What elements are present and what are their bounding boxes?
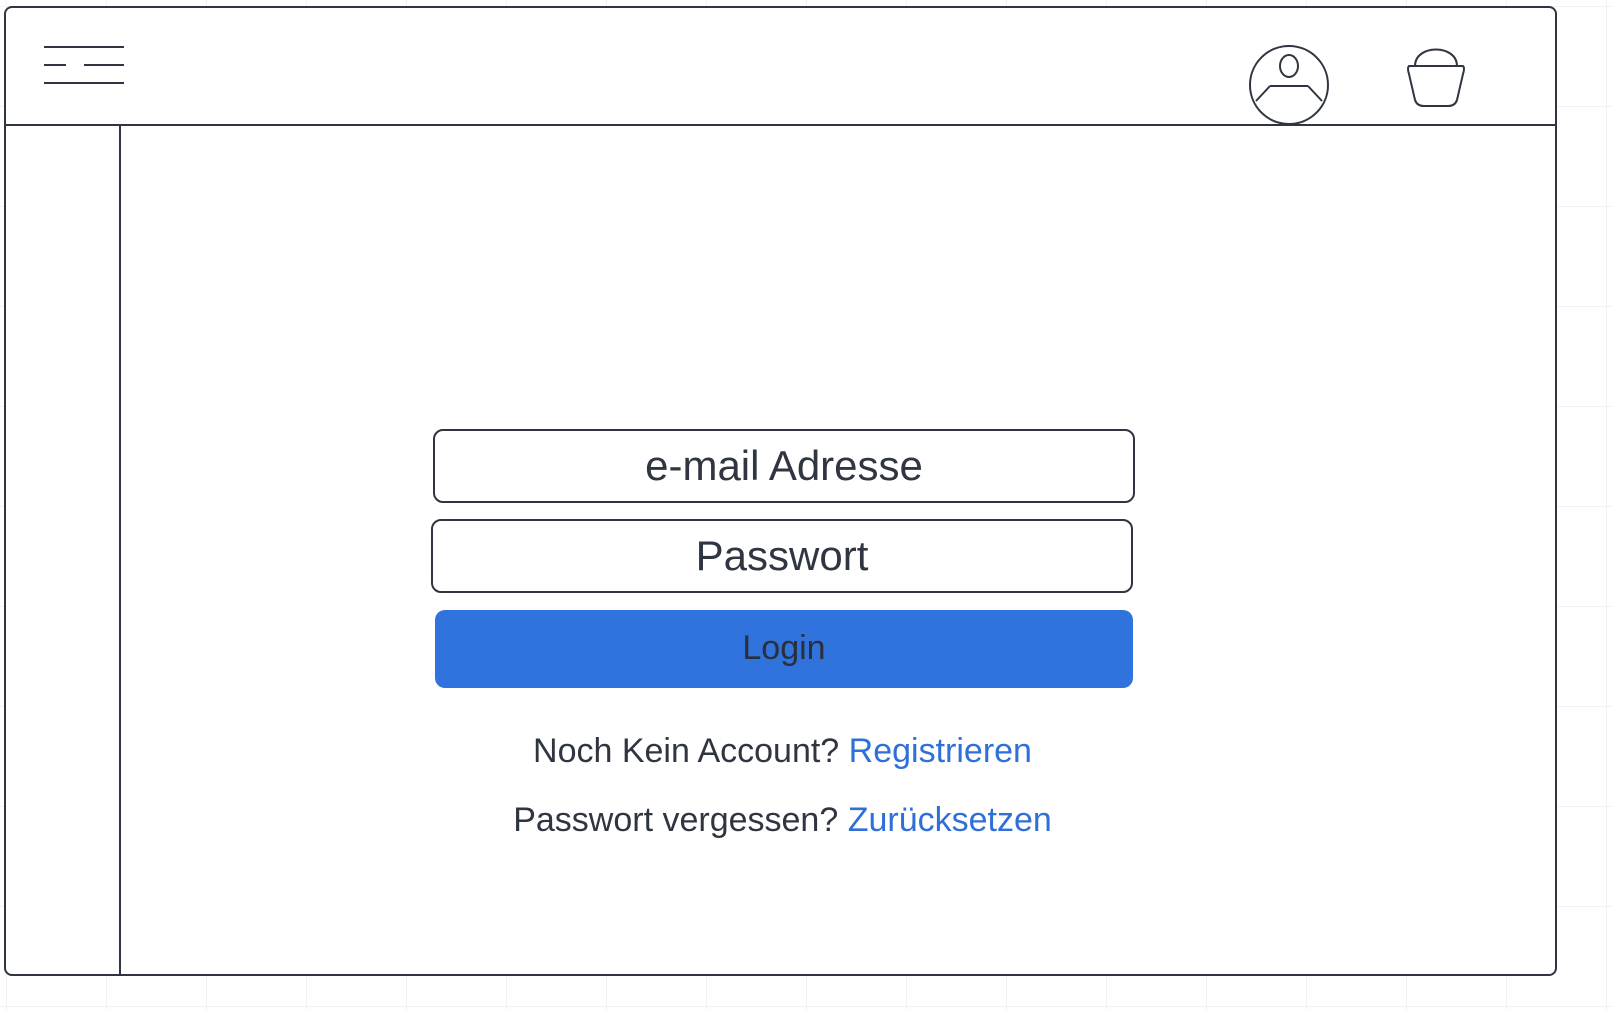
password-placeholder: Passwort bbox=[695, 532, 869, 579]
reset-password-link[interactable]: Zurücksetzen bbox=[848, 801, 1052, 839]
header-bar bbox=[6, 8, 1555, 126]
hamburger-menu-icon[interactable] bbox=[44, 44, 124, 86]
password-input[interactable]: Passwort bbox=[431, 519, 1133, 593]
login-button-label: Login bbox=[742, 629, 826, 667]
email-input[interactable]: e-mail Adresse bbox=[433, 429, 1135, 503]
register-prompt: Noch Kein Account? bbox=[533, 732, 840, 770]
app-window: e-mail Adresse Passwort Login Noch Kein … bbox=[4, 6, 1557, 976]
register-link[interactable]: Registrieren bbox=[849, 732, 1032, 770]
login-button[interactable]: Login bbox=[435, 610, 1133, 688]
shopping-basket-icon[interactable] bbox=[1406, 44, 1466, 108]
canvas: e-mail Adresse Passwort Login Noch Kein … bbox=[0, 0, 1612, 1010]
register-row: Noch Kein Account? Registrieren bbox=[6, 732, 1555, 771]
user-account-icon[interactable] bbox=[1248, 44, 1330, 126]
reset-row: Passwort vergessen? Zurücksetzen bbox=[6, 801, 1555, 840]
sidebar bbox=[6, 126, 121, 974]
email-placeholder: e-mail Adresse bbox=[645, 442, 923, 489]
reset-prompt: Passwort vergessen? bbox=[513, 801, 839, 839]
